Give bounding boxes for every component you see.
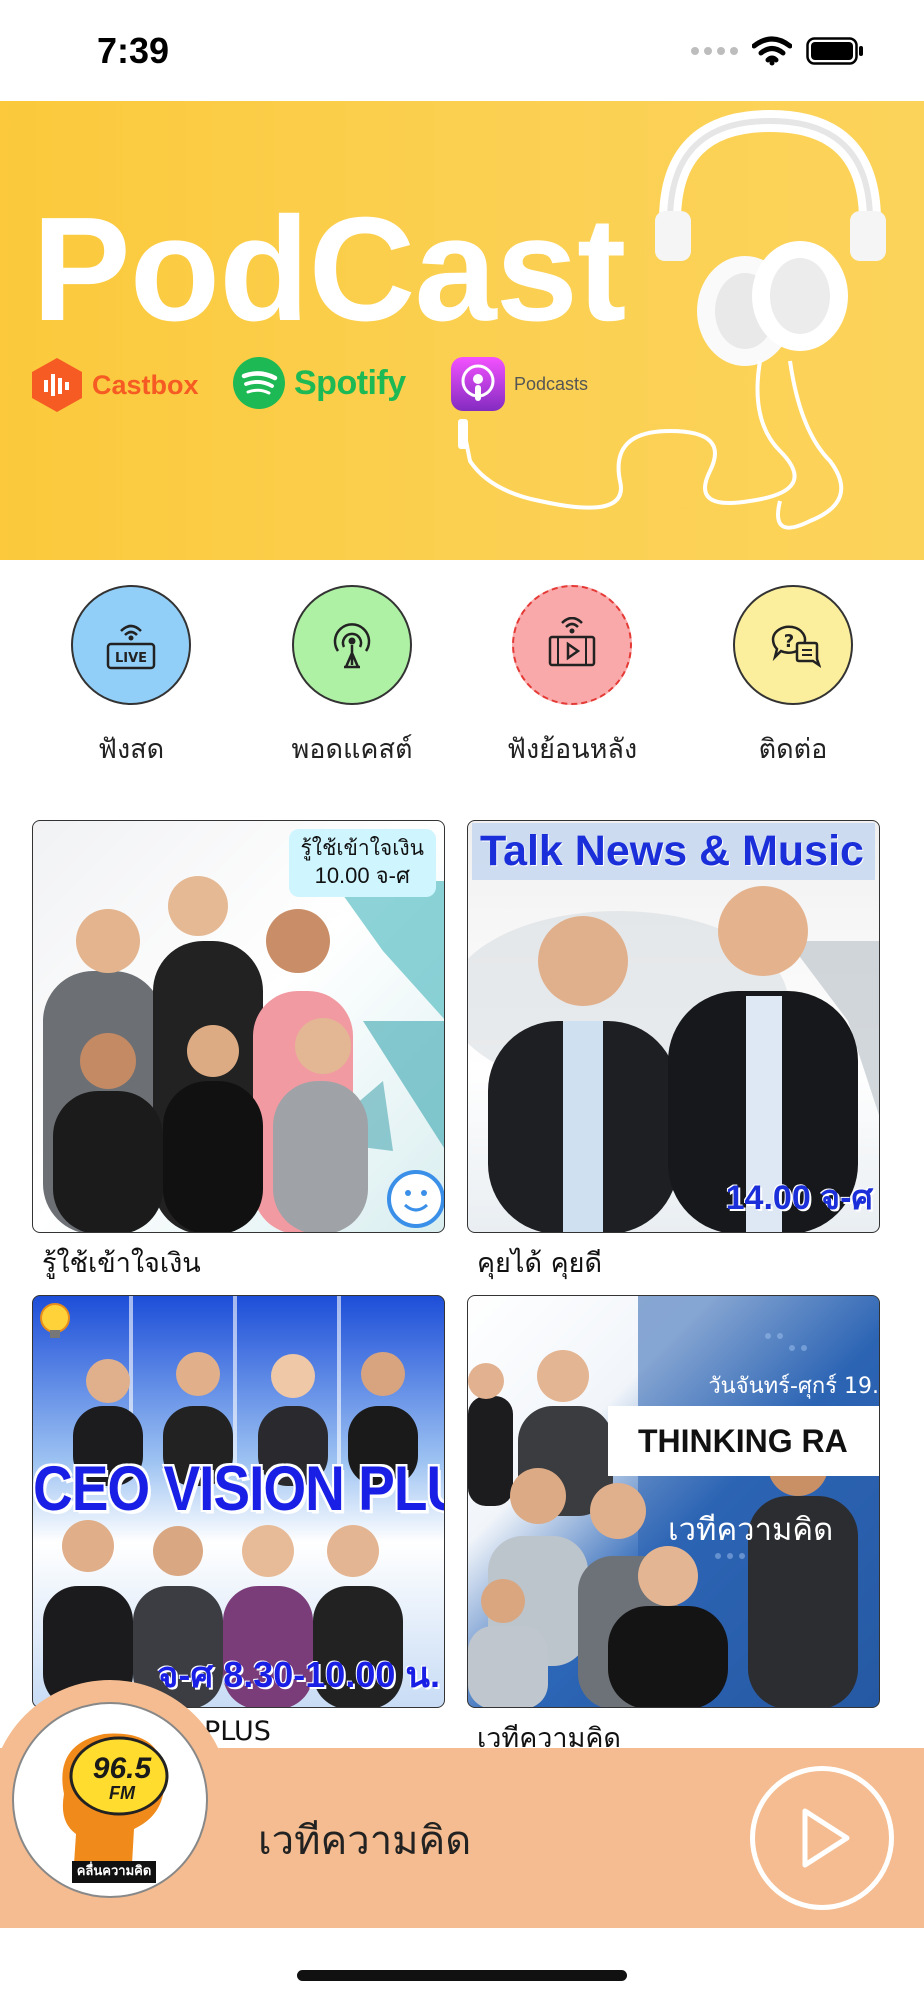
station-frequency: 96.5 (92, 1752, 152, 1785)
play-button[interactable] (750, 1766, 894, 1910)
signal-icon (691, 47, 738, 55)
program-banner-text: Talk News & Music (472, 823, 875, 880)
status-time: 7:39 (97, 30, 170, 71)
station-logo[interactable]: 96.5 FM คลื่นความคิด (12, 1702, 208, 1898)
nav-podcast[interactable]: พอดแคสต์ (242, 585, 462, 770)
program-thumbnail[interactable]: Talk News & Music 14.00 จ-ศ (467, 820, 880, 1233)
spotify-label: Spotify (294, 363, 406, 402)
program-thumbnail[interactable]: รู้ใช้เข้าใจเงิน 10.00 จ-ศ (32, 820, 445, 1233)
program-time: 14.00 จ-ศ (725, 1179, 873, 1217)
program-card[interactable]: CEO VISION PLUS จ-ศ 8.30-10.00 น. PLUS (32, 1295, 445, 1747)
hosts-photo (468, 1296, 879, 1707)
program-subtitle: เวทีความคิด (668, 1512, 834, 1548)
program-card[interactable]: วันจันทร์-ศุกร์ 19. THINKING RA เวทีความ… (467, 1295, 880, 1759)
podcast-icon[interactable] (292, 585, 412, 705)
apple-podcasts-icon (451, 357, 505, 411)
spotify-icon (233, 357, 285, 409)
svg-text:LIVE: LIVE (115, 651, 147, 666)
nav-live-label: ฟังสด (97, 734, 165, 765)
now-playing-title: เวทีความคิด (258, 1818, 472, 1864)
home-indicator[interactable] (297, 1970, 627, 1981)
podcasts-label: Podcasts (514, 373, 589, 394)
nav-live[interactable]: LIVE ฟังสด (21, 585, 241, 770)
program-date: วันจันทร์-ศุกร์ 19. (708, 1374, 879, 1399)
play-icon (802, 1808, 850, 1868)
nav-contact-label: ติดต่อ (758, 734, 828, 765)
program-banner-text: THINKING RA (608, 1406, 879, 1476)
program-tag: รู้ใช้เข้าใจเงิน 10.00 จ-ศ (288, 829, 436, 897)
program-thumbnail[interactable]: CEO VISION PLUS จ-ศ 8.30-10.00 น. (32, 1295, 445, 1708)
station-band: FM (109, 1783, 135, 1803)
podcast-banner[interactable]: PodCast Castbox Spotify Podcasts (0, 101, 924, 560)
program-banner-text: CEO VISION PLUS (33, 1452, 444, 1524)
program-title: คุยได้ คุยดี (477, 1248, 602, 1279)
program-thumbnail[interactable]: วันจันทร์-ศุกร์ 19. THINKING RA เวทีความ… (467, 1295, 880, 1708)
wifi-icon (752, 36, 792, 66)
svg-text:?: ? (784, 631, 794, 652)
video-replay-icon[interactable] (512, 585, 632, 705)
nav-replay[interactable]: ฟังย้อนหลัง (462, 585, 682, 770)
castbox-label: Castbox (92, 369, 199, 400)
apple-podcasts-link[interactable]: Podcasts (450, 356, 588, 412)
spotify-link[interactable]: Spotify (232, 356, 406, 410)
program-time: จ-ศ 8.30-10.00 น. (157, 1654, 440, 1695)
nav-podcast-label: พอดแคสต์ (291, 734, 413, 765)
live-radio-icon[interactable]: LIVE (71, 585, 191, 705)
station-name: คลื่นความคิด (76, 1864, 152, 1879)
banner-title: PodCast (32, 187, 626, 352)
status-icons (691, 36, 864, 66)
battery-icon (806, 37, 863, 65)
castbox-link[interactable]: Castbox (30, 356, 199, 414)
nav-replay-label: ฟังย้อนหลัง (506, 734, 638, 765)
castbox-icon (32, 358, 82, 412)
status-bar: 7:39 (0, 0, 924, 100)
program-tag-time: 10.00 จ-ศ (314, 863, 410, 889)
program-card[interactable]: รู้ใช้เข้าใจเงิน 10.00 จ-ศ รู้ใช้เข้าใจเ… (32, 820, 445, 1284)
program-tag-name: รู้ใช้เข้าใจเงิน (300, 836, 424, 860)
program-title: รู้ใช้เข้าใจเงิน (42, 1248, 201, 1279)
chat-question-icon[interactable]: ? (733, 585, 853, 705)
nav-contact[interactable]: ? ติดต่อ (683, 585, 903, 770)
station-logo-ring[interactable]: 96.5 FM คลื่นความคิด (0, 1680, 230, 1920)
program-card[interactable]: Talk News & Music 14.00 จ-ศ คุยได้ คุยดี (467, 820, 880, 1284)
category-nav: LIVE ฟังสด พอดแคสต์ ฟังย้อนหลัง ? ติดต่อ (0, 585, 924, 775)
